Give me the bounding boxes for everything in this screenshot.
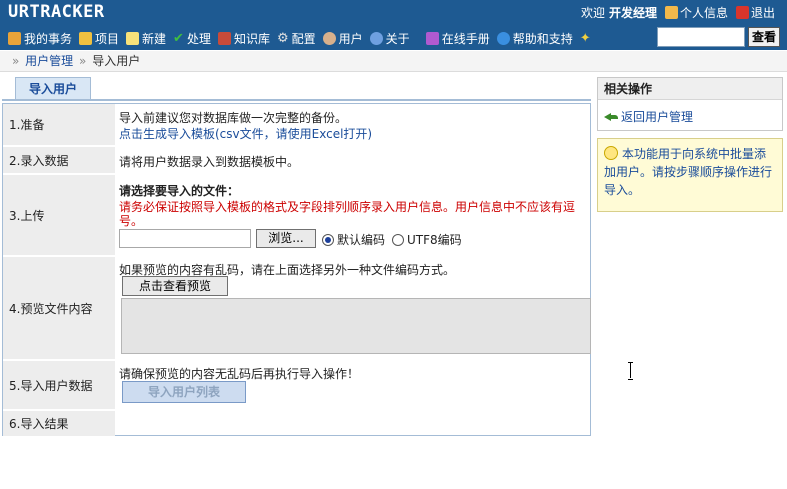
menu-item-new[interactable]: 新建 [126, 30, 166, 47]
logout-link[interactable]: 退出 [735, 4, 775, 21]
tab-underline [2, 99, 591, 101]
menu-item-process[interactable]: ✔ 处理 [173, 30, 211, 47]
step-body: 请选择要导入的文件： 请务必保证按照导入模板的格式及字段排列顺序录入用户信息。用… [119, 104, 590, 256]
menu-item-about[interactable]: 关于 [369, 30, 410, 47]
file-path-input[interactable] [119, 229, 251, 248]
breadcrumb-separator: » [12, 54, 20, 68]
step-label: 2.录入数据 [3, 147, 115, 173]
menu-label: 项目 [95, 31, 120, 46]
info-tip-text: 本功能用于向系统中批量添加用户。请按步骤顺序操作进行导入。 [604, 147, 773, 197]
back-link-label: 返回用户管理 [621, 110, 694, 124]
encoding-default-label: 默认编码 [337, 233, 386, 247]
check-icon: ✔ [173, 30, 184, 46]
step-label: 1.准备 [3, 104, 115, 145]
menu-label: 关于 [385, 31, 410, 46]
lightbulb-icon [604, 146, 618, 160]
back-to-user-management-link[interactable]: 返回用户管理 [604, 108, 693, 125]
menu-item-my-tasks[interactable]: 我的事务 [8, 30, 72, 47]
step-label: 3.上传 [3, 175, 115, 255]
search-input[interactable] [657, 27, 745, 47]
menu-item-extra[interactable]: ✦ [580, 31, 591, 46]
step-body: 如果预览的内容有乱码，请在上面选择另外一种文件编码方式。 点击查看预览 [119, 257, 591, 359]
back-arrow-icon [604, 111, 618, 123]
logout-label: 退出 [750, 6, 775, 20]
breadcrumb-current: 导入用户 [92, 54, 141, 68]
help-icon [496, 31, 510, 45]
menu-label: 在线手册 [441, 31, 490, 46]
main-menu: 我的事务 项目 新建 ✔ 处理 知识库 ⚙ 配置 用户 关于 在线手册 帮助和支… [0, 27, 591, 49]
encoding-utf8-radio[interactable] [392, 233, 405, 246]
preview-button[interactable]: 点击查看预览 [122, 276, 228, 296]
username: 开发经理 [608, 6, 657, 20]
encoding-options: 默认编码 UTF8编码 [322, 231, 462, 248]
new-icon [126, 31, 140, 45]
menu-item-help[interactable]: 帮助和支持 [496, 30, 573, 47]
related-actions-title: 相关操作 [598, 78, 782, 100]
step-result: 6.导入结果 [3, 411, 590, 436]
browse-button[interactable]: 浏览... [256, 229, 316, 248]
menu-label: 新建 [142, 31, 167, 46]
menu-item-manual[interactable]: 在线手册 [425, 30, 490, 47]
logout-icon [735, 6, 749, 19]
format-warning-cont: 号。 [119, 214, 144, 228]
tab-import-users[interactable]: 导入用户 [15, 77, 91, 100]
home-icon [8, 31, 21, 45]
step-import: 5.导入用户数据 请确保预览的内容无乱码后再执行导入操作！ 导入用户列表 [3, 361, 590, 410]
step-label: 4.预览文件内容 [3, 257, 115, 359]
menu-label: 我的事务 [24, 31, 73, 46]
result-area [119, 411, 590, 436]
manual-icon [425, 31, 439, 45]
breadcrumb-user-management[interactable]: 用户管理 [25, 54, 73, 68]
preview-content-area[interactable] [121, 298, 591, 354]
menu-item-users[interactable]: 用户 [322, 30, 363, 47]
search-button[interactable]: 查看 [748, 27, 780, 47]
menu-label: 知识库 [233, 31, 270, 46]
import-users-button[interactable]: 导入用户列表 [122, 381, 246, 403]
info-icon [369, 31, 383, 45]
app-logo: URTRACKER [8, 2, 105, 22]
user-bar: 欢迎 开发经理 个人信息 退出 [581, 4, 779, 21]
import-hint: 请确保预览的内容无乱码后再执行导入操作！ [119, 367, 360, 381]
related-actions-box: 相关操作 返回用户管理 [597, 77, 783, 131]
encoding-default-radio[interactable] [322, 233, 334, 246]
profile-label: 个人信息 [679, 6, 728, 20]
welcome-text: 欢迎 [580, 6, 605, 20]
format-warning: 请务必保证按照导入模板的格式及字段排列顺序录入用户信息。用户信息中不应该有逗 [119, 200, 576, 214]
menu-label: 处理 [186, 31, 211, 46]
step-label: 6.导入结果 [3, 411, 115, 436]
breadcrumb: » 用户管理 » 导入用户 [0, 51, 787, 72]
select-file-heading: 请选择要导入的文件： [119, 184, 240, 198]
menu-item-knowledge[interactable]: 知识库 [217, 30, 270, 47]
import-panel: 1.准备 导入前建议您对数据库做一次完整的备份。 点击生成导入模板(csv文件，… [2, 103, 591, 436]
gear-icon: ⚙ [276, 30, 289, 46]
text-cursor-icon [628, 362, 634, 380]
menu-item-projects[interactable]: 项目 [79, 30, 119, 47]
step-upload: 3.上传 请选择要导入的文件： 请务必保证按照导入模板的格式及字段排列顺序录入用… [3, 175, 590, 256]
info-tip-box: 本功能用于向系统中批量添加用户。请按步骤顺序操作进行导入。 [597, 138, 783, 212]
encoding-utf8-label: UTF8编码 [407, 233, 462, 247]
top-header: URTRACKER 欢迎 开发经理 个人信息 退出 我的事务 项目 新建 ✔ 处… [0, 0, 787, 50]
menu-label: 配置 [291, 31, 316, 46]
profile-link[interactable]: 个人信息 [664, 4, 728, 21]
books-icon [217, 31, 231, 45]
sparkle-icon: ✦ [579, 30, 591, 46]
step-body: 请确保预览的内容无乱码后再执行导入操作！ 导入用户列表 [119, 361, 590, 409]
menu-label: 用户 [338, 31, 363, 46]
database-icon [79, 31, 93, 45]
breadcrumb-separator: » [79, 54, 87, 68]
step-label: 5.导入用户数据 [3, 361, 115, 409]
menu-item-config[interactable]: ⚙ 配置 [277, 30, 316, 47]
profile-icon [664, 6, 678, 19]
users-icon [322, 31, 336, 45]
menu-label: 帮助和支持 [512, 31, 573, 46]
step-preview: 4.预览文件内容 如果预览的内容有乱码，请在上面选择另外一种文件编码方式。 点击… [3, 257, 591, 360]
